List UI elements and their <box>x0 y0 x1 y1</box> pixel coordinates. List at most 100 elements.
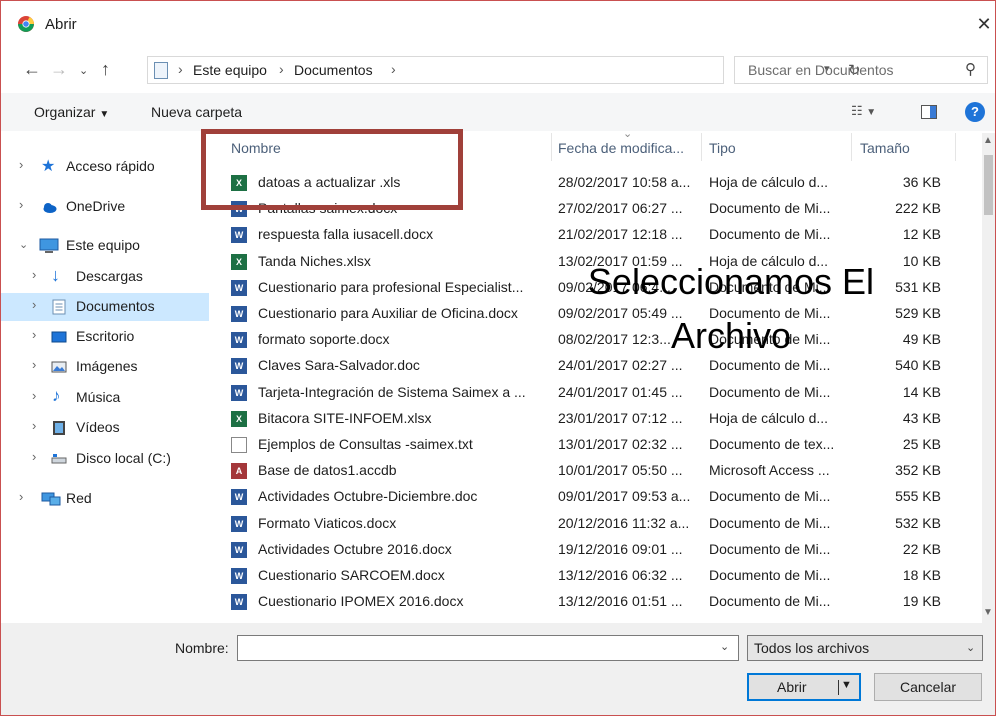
sidebar-item-label: Imágenes <box>76 358 138 374</box>
file-row[interactable]: W Cuestionario SARCOEM.docx 13/12/2016 06:… <box>210 563 982 589</box>
column-divider[interactable] <box>955 133 956 161</box>
column-header-type[interactable]: Tipo <box>709 140 736 170</box>
video-icon <box>53 421 65 435</box>
chevron-right-icon[interactable]: › <box>19 489 23 504</box>
open-dropdown-icon[interactable]: ▼ <box>841 679 852 691</box>
file-name: Claves Sara-Salvador.doc <box>258 357 420 374</box>
text-file-file-icon <box>231 437 247 453</box>
search-input[interactable]: Buscar en Documentos ⚲ <box>734 56 988 84</box>
file-name: Bitacora SITE-INFOEM.xlsx <box>258 409 432 426</box>
scroll-up-icon[interactable]: ▲ <box>983 135 993 146</box>
chevron-down-icon[interactable]: ⌄ <box>19 238 28 251</box>
chevron-right-icon[interactable]: › <box>32 327 36 342</box>
sidebar-item-red[interactable]: › Red <box>1 485 209 513</box>
new-folder-button[interactable]: Nueva carpeta <box>151 104 242 120</box>
close-icon[interactable]: ✕ <box>973 13 995 35</box>
sidebar-item-label: Descargas <box>76 268 143 284</box>
column-divider[interactable] <box>701 133 702 161</box>
filename-input[interactable] <box>237 635 739 661</box>
file-name: respuesta falla iusacell.docx <box>258 226 434 243</box>
sidebar-item-documentos[interactable]: › Documentos <box>1 293 209 321</box>
chevron-right-icon[interactable]: › <box>19 157 23 172</box>
file-name: Cuestionario para profesional Especialis… <box>258 278 524 295</box>
address-bar[interactable]: › Este equipo › Documentos › ▾ ↻ <box>147 56 861 84</box>
file-size: 25 KB <box>902 436 941 452</box>
scroll-down-icon[interactable]: ▼ <box>983 607 993 618</box>
file-row[interactable]: W Tarjeta-Integración de Sistema Saimex a… <box>210 380 982 406</box>
file-name: Actividades Octubre-Diciembre.doc <box>258 488 478 505</box>
column-divider[interactable] <box>851 133 852 161</box>
sidebar-item-descargas[interactable]: › ↓ Descargas <box>1 263 209 291</box>
chevron-right-icon[interactable]: › <box>32 357 36 372</box>
column-header-date[interactable]: Fecha de modifica... <box>558 140 684 170</box>
column-header-size[interactable]: Tamaño <box>860 140 910 170</box>
chevron-right-icon[interactable]: › <box>32 388 36 403</box>
chevron-right-icon[interactable]: › <box>32 267 36 282</box>
file-date: 24/01/2017 01:45 ... <box>558 383 683 400</box>
organize-menu[interactable]: Organizar ▼ <box>34 104 109 120</box>
sidebar-item-imagenes[interactable]: › Imágenes <box>1 353 209 381</box>
chevron-right-icon[interactable]: › <box>32 418 36 433</box>
file-row[interactable]: A Base de datos1.accdb 10/01/2017 05:50 ..… <box>210 458 982 484</box>
help-icon[interactable]: ? <box>965 102 985 122</box>
computer-icon <box>39 238 59 253</box>
word-file-icon: W <box>231 515 247 532</box>
open-button[interactable]: Abrir ▼ <box>747 673 861 701</box>
chevron-right-icon[interactable]: › <box>32 297 36 312</box>
cancel-button-label: Cancelar <box>899 679 957 695</box>
sidebar-item-disco-local[interactable]: › Disco local (C:) <box>1 445 209 473</box>
excel-file-icon: X <box>231 410 247 427</box>
split-divider <box>838 680 839 695</box>
recent-locations-chevron-icon[interactable]: ⌄ <box>79 64 88 77</box>
cancel-button[interactable]: Cancelar <box>874 673 982 701</box>
file-date: 28/02/2017 10:58 a... <box>558 174 691 190</box>
search-icon[interactable]: ⚲ <box>965 60 976 78</box>
breadcrumb-documentos[interactable]: Documentos <box>294 62 373 78</box>
up-arrow-icon[interactable]: ↑ <box>101 59 110 80</box>
filename-dropdown-icon[interactable]: ⌄ <box>720 640 729 653</box>
file-size: 19 KB <box>902 593 941 610</box>
file-row[interactable]: Wrespuesta falla iusacell.docx 21/02/2017… <box>210 222 982 248</box>
file-date: 27/02/2017 06:27 ... <box>558 200 683 217</box>
preview-pane-icon[interactable] <box>921 105 937 119</box>
file-name: Cuestionario para Auxiliar de Oficina.do… <box>258 305 518 321</box>
word-file-icon: W <box>231 358 247 375</box>
vertical-scrollbar[interactable]: ▲ ▼ <box>982 133 995 623</box>
chevron-right-icon[interactable]: › <box>391 61 396 77</box>
file-row[interactable]: Ejemplos de Consultas -saimex.txt 13/01/2… <box>210 432 982 458</box>
chevron-right-icon[interactable]: › <box>32 449 36 464</box>
scrollbar-thumb[interactable] <box>984 155 993 215</box>
sidebar-item-musica[interactable]: › ♪ Música <box>1 384 209 412</box>
column-divider[interactable] <box>551 133 552 161</box>
sidebar-item-acceso-rapido[interactable]: › ★ Acceso rápido <box>1 153 209 181</box>
back-arrow-icon[interactable]: ← <box>23 59 41 80</box>
file-type-select[interactable]: Todos los archivos ⌄ <box>747 635 983 661</box>
network-icon <box>41 492 61 506</box>
file-row[interactable]: W Formato Viaticos.docx 20/12/2016 11:32 a… <box>210 511 982 537</box>
file-type-value: Todos los archivos <box>754 640 870 656</box>
view-options-icon[interactable]: ☷ ▼ <box>851 103 876 119</box>
file-date: 19/12/2016 09:01 ... <box>558 540 683 557</box>
chevron-down-icon: ⌄ <box>966 642 976 654</box>
sidebar-item-label: Este equipo <box>66 237 140 253</box>
file-date: 23/01/2017 07:12 ... <box>558 409 683 426</box>
file-row[interactable]: X Bitacora SITE-INFOEM.xlsx 23/01/2017 07:… <box>210 406 982 432</box>
caption-line-2: Archivo <box>670 315 792 356</box>
breadcrumb-este-equipo[interactable]: Este equipo <box>193 62 267 78</box>
file-row[interactable]: W Cuestionario IPOMEX 2016.docx 13/12/2016… <box>210 589 982 615</box>
file-row[interactable]: W Actividades Octubre 2016.docx 19/12/2016… <box>210 537 982 563</box>
file-size: 43 KB <box>902 409 941 426</box>
chevron-right-icon[interactable]: › <box>19 197 23 212</box>
sidebar-item-este-equipo[interactable]: ⌄ Este equipo <box>1 232 209 260</box>
sidebar-item-onedrive[interactable]: › OneDrive <box>1 193 209 221</box>
file-type: Documento de Mi... <box>709 383 831 400</box>
sidebar-item-label: Música <box>76 389 121 405</box>
sidebar-item-videos[interactable]: › Vídeos <box>1 414 209 442</box>
forward-arrow-icon[interactable]: → <box>50 59 68 80</box>
file-date: 13/12/2016 01:51 ... <box>558 593 683 610</box>
file-row[interactable]: W Actividades Octubre-Diciembre.doc 09/01/… <box>210 484 982 510</box>
sidebar-item-label: Vídeos <box>76 419 120 435</box>
file-type: Hoja de cálculo d... <box>709 409 829 426</box>
sidebar-item-label: Acceso rápido <box>66 158 155 174</box>
sidebar-item-escritorio[interactable]: › Escritorio <box>1 323 209 351</box>
